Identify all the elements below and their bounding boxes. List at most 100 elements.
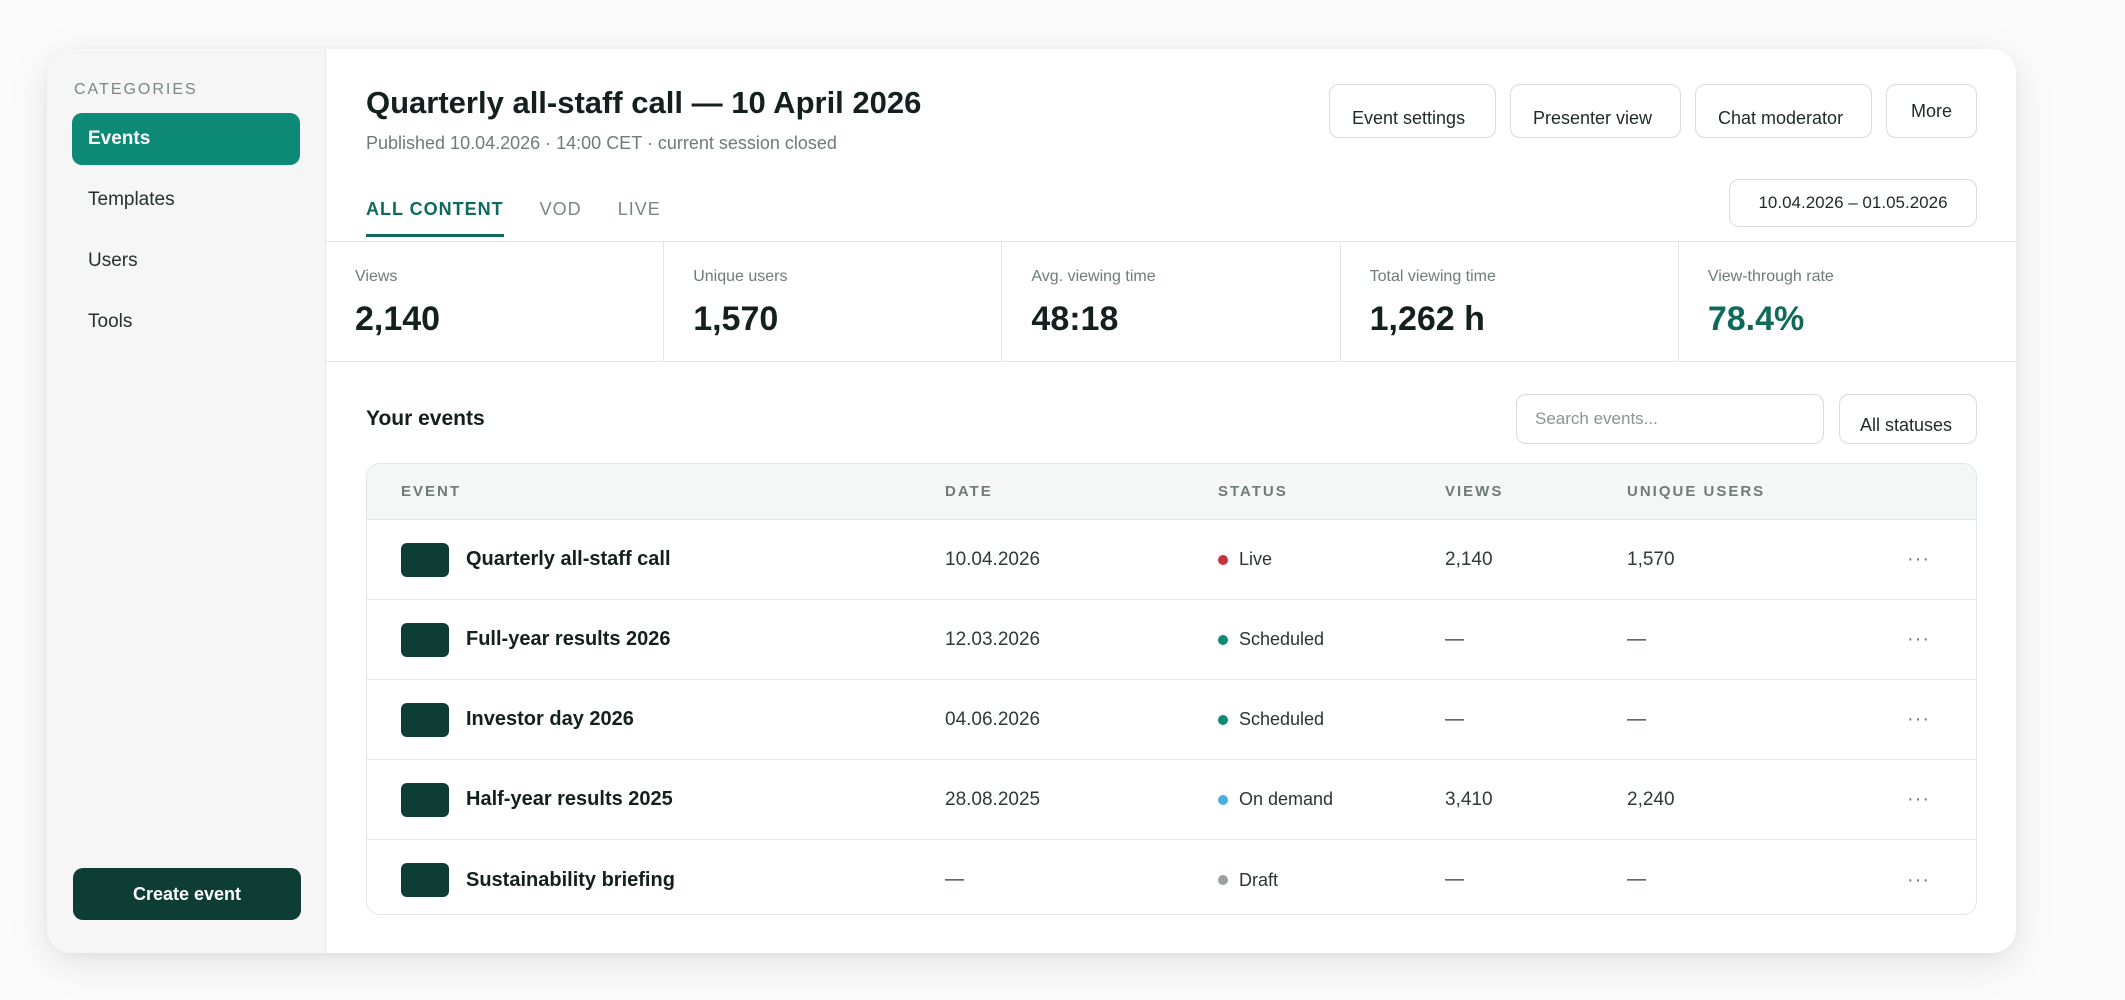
page-header: Quarterly all-staff call — 10 April 2026…	[366, 85, 921, 154]
stat-value: 48:18	[1031, 300, 1119, 338]
event-views: 2,140	[1445, 548, 1493, 570]
event-thumbnail	[401, 782, 449, 817]
event-cell: Full-year results 2026	[367, 622, 945, 657]
stat-label: Avg. viewing time	[1031, 268, 1156, 285]
event-date: —	[945, 869, 964, 890]
status-label: Live	[1239, 549, 1273, 569]
sidebar-heading: CATEGORIES	[74, 81, 198, 98]
table-row[interactable]: Half-year results 2025 28.08.2025 On dem…	[367, 760, 1976, 840]
stat-value: 2,140	[355, 300, 441, 338]
header-actions: Event settings Presenter view Chat moder…	[1329, 84, 1977, 138]
presenter-view-button[interactable]: Presenter view	[1510, 84, 1681, 138]
event-unique-users: —	[1627, 869, 1646, 890]
row-menu-icon[interactable]: ···	[1907, 548, 1930, 570]
event-views: —	[1445, 708, 1464, 730]
row-menu-icon[interactable]: ···	[1907, 708, 1930, 730]
table-row[interactable]: Sustainability briefing — Draft — — ···	[367, 840, 1976, 914]
sidebar-nav: Events Templates Users Tools	[72, 113, 300, 348]
event-name[interactable]: Quarterly all-staff call	[466, 548, 671, 571]
more-button[interactable]: More	[1886, 84, 1977, 138]
create-event-button[interactable]: Create event	[73, 868, 301, 920]
stats-bar: Views 2,140 Unique users 1,570 Avg. view…	[326, 241, 2016, 362]
stat-value: 78.4%	[1707, 300, 1805, 338]
event-name[interactable]: Half-year results 2025	[466, 788, 673, 811]
status-label: Scheduled	[1239, 709, 1325, 729]
stat-label: Unique users	[693, 268, 788, 285]
sidebar-item-users[interactable]: Users	[72, 235, 300, 287]
status-dot-icon	[1218, 714, 1228, 725]
event-views: 3,410	[1445, 788, 1493, 810]
event-date: 28.08.2025	[945, 788, 1041, 810]
stat-avg-viewing-time: Avg. viewing time 48:18	[1002, 242, 1341, 361]
events-section-title: Your events	[366, 407, 485, 430]
stat-views: Views 2,140	[326, 242, 665, 361]
app-window: CATEGORIES Events Templates Users Tools …	[47, 49, 2016, 953]
status-badge: On demand	[1218, 789, 1445, 810]
stat-label: View-through rate	[1707, 268, 1834, 285]
stat-label: Views	[355, 268, 398, 285]
sidebar-item-tools[interactable]: Tools	[72, 296, 300, 348]
event-cell: Investor day 2026	[367, 702, 945, 737]
event-unique-users: 1,570	[1627, 548, 1675, 570]
event-unique-users: —	[1627, 628, 1646, 650]
main-content: Quarterly all-staff call — 10 April 2026…	[326, 49, 2016, 953]
page-subtitle: Published 10.04.2026 · 14:00 CET · curre…	[366, 133, 837, 153]
sidebar-item-events[interactable]: Events	[72, 113, 300, 165]
event-unique-users: —	[1627, 708, 1646, 730]
column-header-unique-users[interactable]: UNIQUE USERS	[1627, 483, 1907, 500]
event-cell: Half-year results 2025	[367, 782, 945, 817]
sidebar: CATEGORIES Events Templates Users Tools …	[47, 49, 326, 953]
status-badge: Live	[1218, 549, 1445, 570]
event-name[interactable]: Full-year results 2026	[466, 628, 671, 651]
column-header-status[interactable]: STATUS	[1218, 483, 1445, 500]
event-name[interactable]: Sustainability briefing	[466, 869, 675, 892]
page-title: Quarterly all-staff call — 10 April 2026	[366, 85, 922, 120]
search-events-input[interactable]	[1516, 394, 1824, 444]
status-dot-icon	[1218, 554, 1228, 565]
tab-live[interactable]: LIVE	[618, 199, 661, 237]
status-label: On demand	[1239, 789, 1334, 809]
event-thumbnail	[401, 863, 449, 897]
tab-all-content[interactable]: ALL CONTENT	[366, 199, 504, 237]
status-badge: Scheduled	[1218, 709, 1445, 730]
column-header-event[interactable]: EVENT	[367, 483, 945, 500]
event-cell: Quarterly all-staff call	[367, 542, 945, 577]
table-row[interactable]: Full-year results 2026 12.03.2026 Schedu…	[367, 600, 1976, 680]
table-row[interactable]: Quarterly all-staff call 10.04.2026 Live…	[367, 520, 1976, 600]
row-menu-icon[interactable]: ···	[1907, 869, 1930, 891]
row-menu-icon[interactable]: ···	[1907, 628, 1930, 650]
event-name[interactable]: Investor day 2026	[466, 708, 634, 731]
date-range-picker[interactable]: 10.04.2026 – 01.05.2026	[1729, 179, 1977, 227]
event-date: 04.06.2026	[945, 708, 1041, 730]
table-header: EVENT DATE STATUS VIEWS UNIQUE USERS	[367, 464, 1976, 520]
event-views: —	[1445, 869, 1464, 890]
event-cell: Sustainability briefing	[367, 863, 945, 897]
status-dot-icon	[1218, 875, 1228, 885]
stat-label: Total viewing time	[1369, 268, 1496, 285]
table-body: Quarterly all-staff call 10.04.2026 Live…	[367, 520, 1976, 914]
stat-value: 1,570	[693, 300, 779, 338]
stat-unique-users: Unique users 1,570	[664, 242, 1003, 361]
event-date: 10.04.2026	[945, 548, 1041, 570]
chat-moderator-button[interactable]: Chat moderator	[1695, 84, 1872, 138]
status-badge: Scheduled	[1218, 629, 1445, 650]
event-thumbnail	[401, 622, 449, 657]
column-header-views[interactable]: VIEWS	[1445, 483, 1627, 500]
content-tabs: ALL CONTENT VOD LIVE	[366, 199, 661, 237]
status-dot-icon	[1218, 794, 1228, 805]
stat-total-viewing-time: Total viewing time 1,262 h	[1341, 242, 1679, 361]
stat-value: 1,262 h	[1369, 300, 1485, 338]
sidebar-item-templates[interactable]: Templates	[72, 174, 300, 226]
event-unique-users: 2,240	[1627, 788, 1675, 810]
tab-vod[interactable]: VOD	[540, 199, 582, 237]
column-header-date[interactable]: DATE	[945, 483, 1218, 500]
status-badge: Draft	[1218, 870, 1445, 891]
status-label: Scheduled	[1239, 629, 1325, 649]
status-filter-select[interactable]: All statuses	[1839, 394, 1977, 444]
table-row[interactable]: Investor day 2026 04.06.2026 Scheduled —…	[367, 680, 1976, 760]
event-thumbnail	[401, 542, 449, 577]
event-date: 12.03.2026	[945, 628, 1041, 650]
event-thumbnail	[401, 702, 449, 737]
event-settings-button[interactable]: Event settings	[1329, 84, 1496, 138]
row-menu-icon[interactable]: ···	[1907, 788, 1930, 810]
